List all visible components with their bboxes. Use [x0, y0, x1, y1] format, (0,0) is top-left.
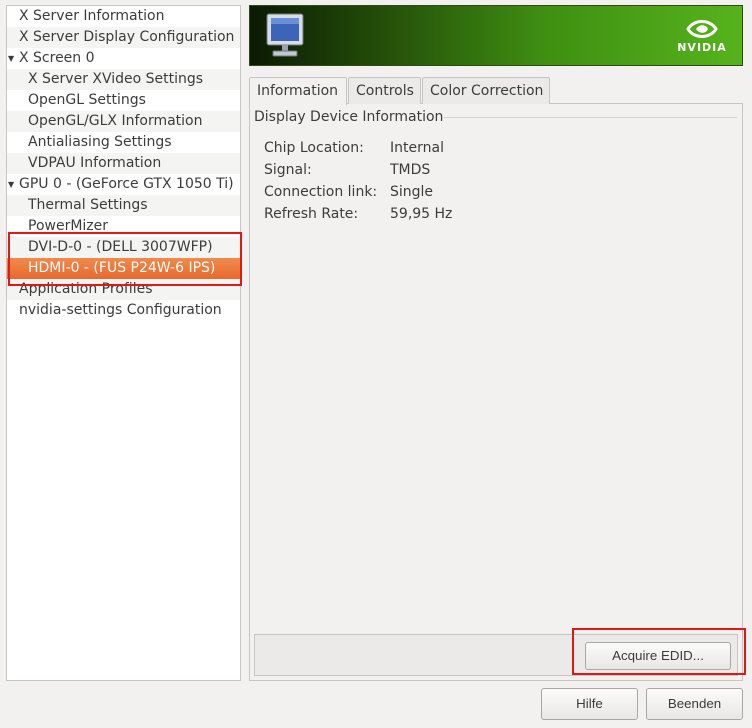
display-device-icon: [266, 13, 304, 57]
tree-item-opengl-settings[interactable]: OpenGL Settings: [7, 90, 240, 111]
tree-item-label: OpenGL Settings: [28, 92, 146, 108]
tree-item-label: GPU 0 - (GeForce GTX 1050 Ti): [19, 176, 234, 192]
expander-down-icon[interactable]: ▼: [8, 174, 14, 195]
tab-color-correction[interactable]: Color Correction: [422, 77, 550, 104]
tab-controls[interactable]: Controls: [348, 77, 421, 104]
help-button[interactable]: Hilfe: [541, 688, 638, 720]
tree-item-label: nvidia-settings Configuration: [19, 302, 222, 318]
info-value-signal: TMDS: [390, 162, 431, 178]
frame-divider: [444, 117, 737, 118]
quit-button[interactable]: Beenden: [646, 688, 743, 720]
tab-information[interactable]: Information: [249, 77, 347, 105]
nvidia-logo-text: NVIDIA: [677, 41, 727, 54]
tree-item-antialiasing-settings[interactable]: Antialiasing Settings: [7, 132, 240, 153]
tree-item-label: DVI-D-0 - (DELL 3007WFP): [28, 239, 213, 255]
info-label-signal: Signal:: [264, 162, 312, 178]
tree-item-hdmi-0[interactable]: HDMI-0 - (FUS P24W-6 IPS): [7, 258, 240, 279]
expander-down-icon[interactable]: ▼: [8, 48, 14, 69]
info-label-chip-location: Chip Location:: [264, 140, 364, 156]
tree-item-label: Application Profiles: [19, 281, 153, 297]
tree-item-label: X Screen 0: [19, 50, 95, 66]
page-banner: NVIDIA: [249, 5, 743, 66]
tree-item-label: PowerMizer: [28, 218, 109, 234]
tree-item-label: HDMI-0 - (FUS P24W-6 IPS): [28, 260, 216, 276]
tree-item-opengl-glx-information[interactable]: OpenGL/GLX Information: [7, 111, 240, 132]
tree-item-label: X Server XVideo Settings: [28, 71, 204, 87]
tree-item-thermal-settings[interactable]: Thermal Settings: [7, 195, 240, 216]
tree-item-x-screen-0[interactable]: ▼ X Screen 0: [7, 48, 240, 69]
tree-item-dvi-d-0[interactable]: DVI-D-0 - (DELL 3007WFP): [7, 237, 240, 258]
tree-item-xvideo-settings[interactable]: X Server XVideo Settings: [7, 69, 240, 90]
info-value-connection-link: Single: [390, 184, 434, 200]
tree-item-powermizer[interactable]: PowerMizer: [7, 216, 240, 237]
tree-item-x-server-display-configuration[interactable]: X Server Display Configuration: [7, 27, 240, 48]
navigation-tree[interactable]: X Server Information X Server Display Co…: [6, 5, 241, 681]
tree-item-gpu-0[interactable]: ▼ GPU 0 - (GeForce GTX 1050 Ti): [7, 174, 240, 195]
tree-item-label: OpenGL/GLX Information: [28, 113, 203, 129]
info-value-chip-location: Internal: [390, 140, 444, 156]
frame-title: Display Device Information: [254, 109, 444, 125]
info-label-connection-link: Connection link:: [264, 184, 378, 200]
tree-item-vdpau-information[interactable]: VDPAU Information: [7, 153, 240, 174]
tree-item-label: Antialiasing Settings: [28, 134, 172, 150]
tree-item-label: Thermal Settings: [28, 197, 148, 213]
info-value-refresh-rate: 59,95 Hz: [390, 206, 453, 222]
tree-item-nvidia-settings-configuration[interactable]: nvidia-settings Configuration: [7, 300, 240, 321]
tree-item-label: X Server Information: [19, 8, 165, 24]
nvidia-eye-icon: [686, 20, 718, 38]
tree-item-x-server-information[interactable]: X Server Information: [7, 6, 240, 27]
nvidia-logo: NVIDIA: [672, 16, 732, 60]
acquire-edid-button[interactable]: Acquire EDID...: [585, 642, 731, 670]
tree-item-label: VDPAU Information: [28, 155, 162, 171]
tree-item-application-profiles[interactable]: Application Profiles: [7, 279, 240, 300]
tree-item-label: X Server Display Configuration: [19, 29, 235, 45]
info-label-refresh-rate: Refresh Rate:: [264, 206, 359, 222]
